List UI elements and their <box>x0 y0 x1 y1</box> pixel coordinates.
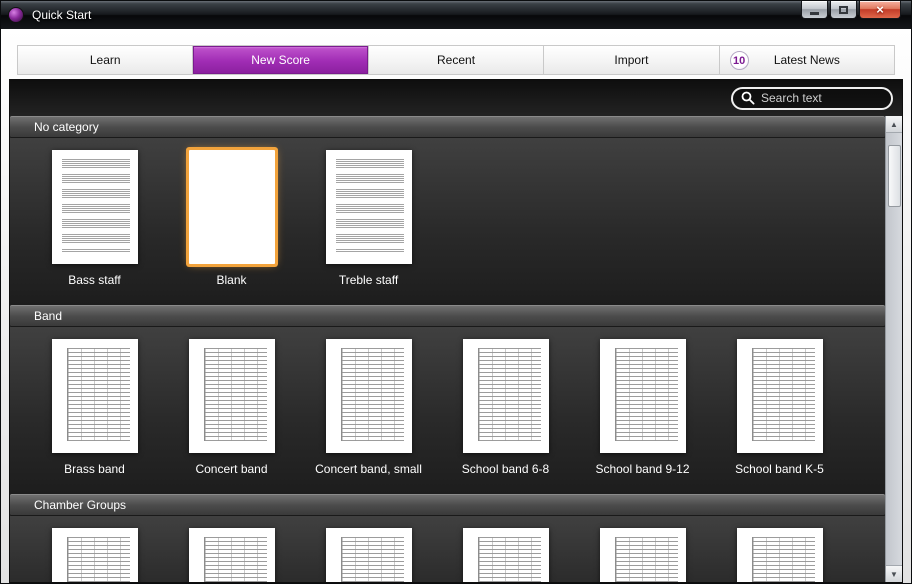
section-items-chamber-groups <box>10 516 885 582</box>
template-card-brass-band[interactable]: Brass band <box>26 339 163 476</box>
search-row <box>10 80 902 116</box>
quick-start-window: Quick Start × Learn New Score Recent Imp… <box>0 0 912 584</box>
section-header-chamber-groups: Chamber Groups <box>10 494 885 516</box>
tab-label: New Score <box>251 53 310 67</box>
template-label: Concert band <box>195 462 268 476</box>
template-card-school-band-k-5[interactable]: School band K-5 <box>711 339 848 476</box>
news-count-badge: 10 <box>729 51 749 70</box>
vertical-scrollbar[interactable]: ▲ ▼ <box>885 116 902 582</box>
template-label: School band 6-8 <box>461 462 550 476</box>
score-thumbnail <box>188 528 275 582</box>
template-sections: No category Bass staff Blank Treble staf… <box>10 116 885 582</box>
search-box[interactable] <box>731 86 893 110</box>
minimize-button[interactable] <box>801 1 828 19</box>
tab-label: Import <box>614 53 649 67</box>
score-thumbnail <box>599 339 686 453</box>
score-thumbnail <box>325 528 412 582</box>
close-icon: × <box>876 2 884 17</box>
score-thumbnail <box>188 150 275 264</box>
template-label: Treble staff <box>338 273 399 287</box>
template-card-concert-band-small[interactable]: Concert band, small <box>300 339 437 476</box>
scrollbar-thumb[interactable] <box>887 145 901 207</box>
minimize-icon <box>810 11 819 15</box>
score-thumbnail <box>51 528 138 582</box>
tab-label: Recent <box>437 53 476 67</box>
window-controls: × <box>801 1 901 19</box>
window-body: Learn New Score Recent Import 10 Latest … <box>1 29 911 583</box>
tab-bar: Learn New Score Recent Import 10 Latest … <box>17 45 895 75</box>
score-thumbnail <box>325 150 412 264</box>
template-card[interactable] <box>26 528 163 582</box>
scroll-up-button[interactable]: ▲ <box>886 116 902 133</box>
section-items-no-category: Bass staff Blank Treble staff <box>10 138 885 305</box>
tab-learn[interactable]: Learn <box>18 46 194 74</box>
tab-new-score[interactable]: New Score <box>193 46 369 74</box>
template-label: Brass band <box>64 462 125 476</box>
template-label: Blank <box>216 273 247 287</box>
template-card[interactable] <box>437 528 574 582</box>
tab-label: Latest News <box>773 53 840 67</box>
section-title: Band <box>34 309 63 323</box>
score-thumbnail <box>736 339 823 453</box>
score-thumbnail <box>736 528 823 582</box>
app-icon <box>8 7 24 23</box>
template-card[interactable] <box>711 528 848 582</box>
template-card-bass-staff[interactable]: Bass staff <box>26 150 163 287</box>
template-card[interactable] <box>300 528 437 582</box>
titlebar: Quick Start × <box>1 1 911 29</box>
tab-latest-news[interactable]: 10 Latest News <box>719 46 895 74</box>
scroll-region: No category Bass staff Blank Treble staf… <box>10 116 902 582</box>
template-label: Concert band, small <box>315 462 422 476</box>
score-thumbnail <box>599 528 686 582</box>
score-thumbnail <box>462 528 549 582</box>
maximize-button[interactable] <box>830 1 857 19</box>
section-header-no-category: No category <box>10 116 885 138</box>
section-items-band: Brass band Concert band Concert band, sm… <box>10 327 885 494</box>
close-button[interactable]: × <box>859 1 901 19</box>
template-card-treble-staff[interactable]: Treble staff <box>300 150 437 287</box>
content-panel: No category Bass staff Blank <box>9 79 903 583</box>
score-thumbnail <box>325 339 412 453</box>
scroll-up-icon: ▲ <box>890 119 898 129</box>
scroll-down-icon: ▼ <box>890 569 898 579</box>
score-thumbnail <box>462 339 549 453</box>
score-thumbnail <box>51 339 138 453</box>
template-card[interactable] <box>163 528 300 582</box>
maximize-icon <box>839 5 848 14</box>
window-title: Quick Start <box>32 8 92 22</box>
search-input[interactable] <box>761 91 883 105</box>
template-label: Bass staff <box>68 273 121 287</box>
scroll-down-button[interactable]: ▼ <box>886 565 902 582</box>
template-card-school-band-9-12[interactable]: School band 9-12 <box>574 339 711 476</box>
template-label: School band 9-12 <box>595 462 690 476</box>
template-label: School band K-5 <box>735 462 824 476</box>
tab-label: Learn <box>89 53 121 67</box>
section-header-band: Band <box>10 305 885 327</box>
template-card-concert-band[interactable]: Concert band <box>163 339 300 476</box>
tab-recent[interactable]: Recent <box>368 46 545 74</box>
score-thumbnail <box>51 150 138 264</box>
template-card[interactable] <box>574 528 711 582</box>
score-thumbnail <box>188 339 275 453</box>
template-card-school-band-6-8[interactable]: School band 6-8 <box>437 339 574 476</box>
section-title: No category <box>34 120 99 134</box>
section-title: Chamber Groups <box>34 498 127 512</box>
template-card-blank[interactable]: Blank <box>163 150 300 287</box>
tab-import[interactable]: Import <box>544 46 720 74</box>
search-icon <box>741 91 755 105</box>
